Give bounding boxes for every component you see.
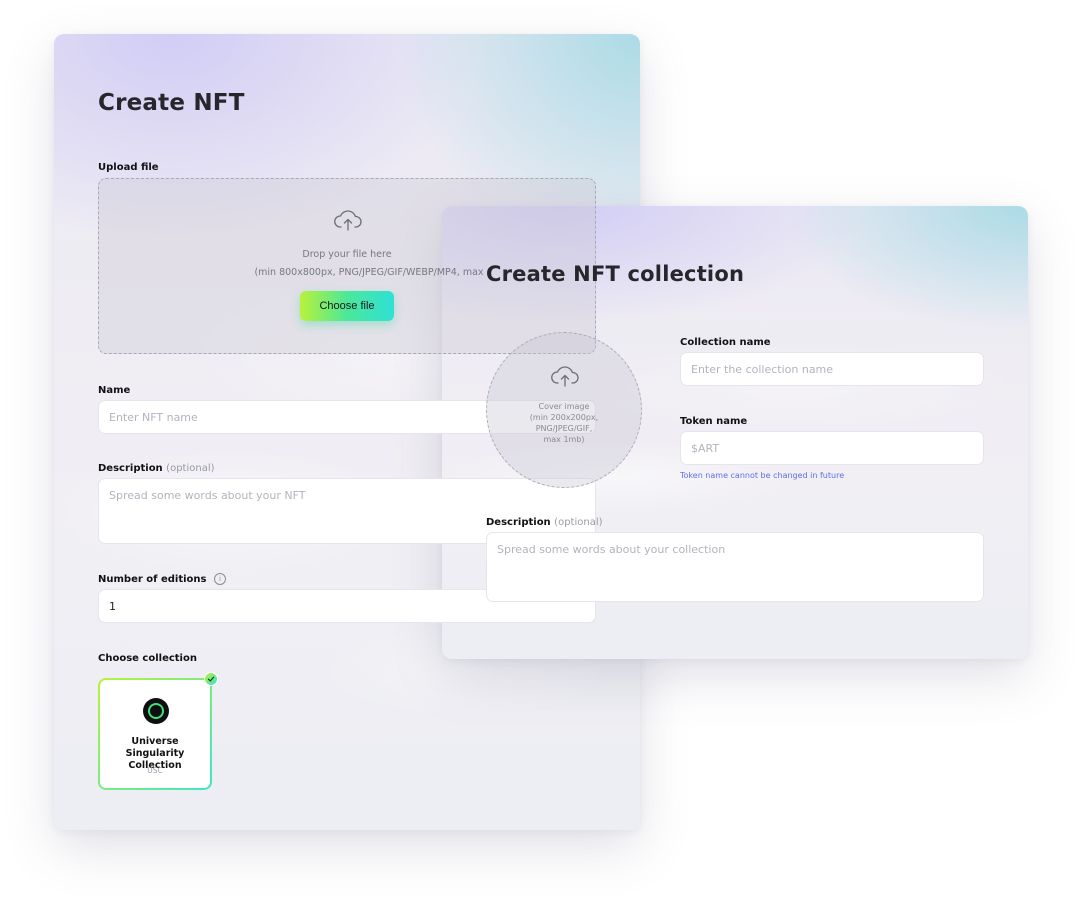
collection-description-textarea[interactable]: Spread some words about your collection bbox=[486, 532, 984, 602]
collection-card-selected[interactable]: Universe Singularity Collection USC bbox=[98, 672, 218, 790]
checkmark-icon bbox=[204, 672, 218, 686]
page-title: Create NFT bbox=[98, 90, 245, 116]
collection-description-label: Description (optional) bbox=[486, 517, 603, 528]
editions-label-text: Number of editions bbox=[98, 574, 207, 585]
cloud-upload-icon bbox=[550, 365, 580, 393]
cover-hint-line: max 1mb) bbox=[543, 435, 585, 444]
choose-file-button[interactable]: Choose file bbox=[300, 291, 394, 321]
choose-collection-label: Choose collection bbox=[98, 653, 197, 664]
collection-logo-icon bbox=[143, 698, 169, 724]
description-label-text: Description bbox=[486, 517, 551, 528]
optional-tag: (optional) bbox=[166, 463, 215, 474]
collection-name-input[interactable]: Enter the collection name bbox=[680, 352, 984, 386]
upload-file-label: Upload file bbox=[98, 162, 159, 173]
cover-image-hint: Cover image (min 200x200px, PNG/JPEG/GIF… bbox=[507, 401, 621, 445]
editions-label: Number of editions i bbox=[98, 573, 226, 585]
collection-symbol: USC bbox=[147, 766, 163, 775]
cover-image-upload[interactable]: Cover image (min 200x200px, PNG/JPEG/GIF… bbox=[486, 332, 642, 488]
cloud-upload-icon bbox=[333, 209, 363, 237]
collection-name-label: Collection name bbox=[680, 337, 771, 348]
token-name-label: Token name bbox=[680, 416, 748, 427]
description-label: Description (optional) bbox=[98, 463, 215, 474]
token-name-helper: Token name cannot be changed in future bbox=[680, 471, 845, 480]
description-label-text: Description bbox=[98, 463, 163, 474]
optional-tag: (optional) bbox=[554, 517, 603, 528]
drop-instructions: Drop your file here bbox=[302, 249, 392, 260]
stage: Create NFT Upload file Drop your file he… bbox=[0, 0, 1082, 906]
token-name-input[interactable]: $ART bbox=[680, 431, 984, 465]
cover-hint-line: Cover image bbox=[538, 402, 590, 411]
collection-page-title: Create NFT collection bbox=[486, 262, 745, 286]
name-label: Name bbox=[98, 385, 131, 396]
cover-hint-line: (min 200x200px, bbox=[529, 413, 599, 422]
cover-hint-line: PNG/JPEG/GIF, bbox=[535, 424, 593, 433]
create-collection-panel: Create NFT collection Cover image (min 2… bbox=[442, 206, 1028, 659]
info-icon[interactable]: i bbox=[213, 573, 226, 585]
